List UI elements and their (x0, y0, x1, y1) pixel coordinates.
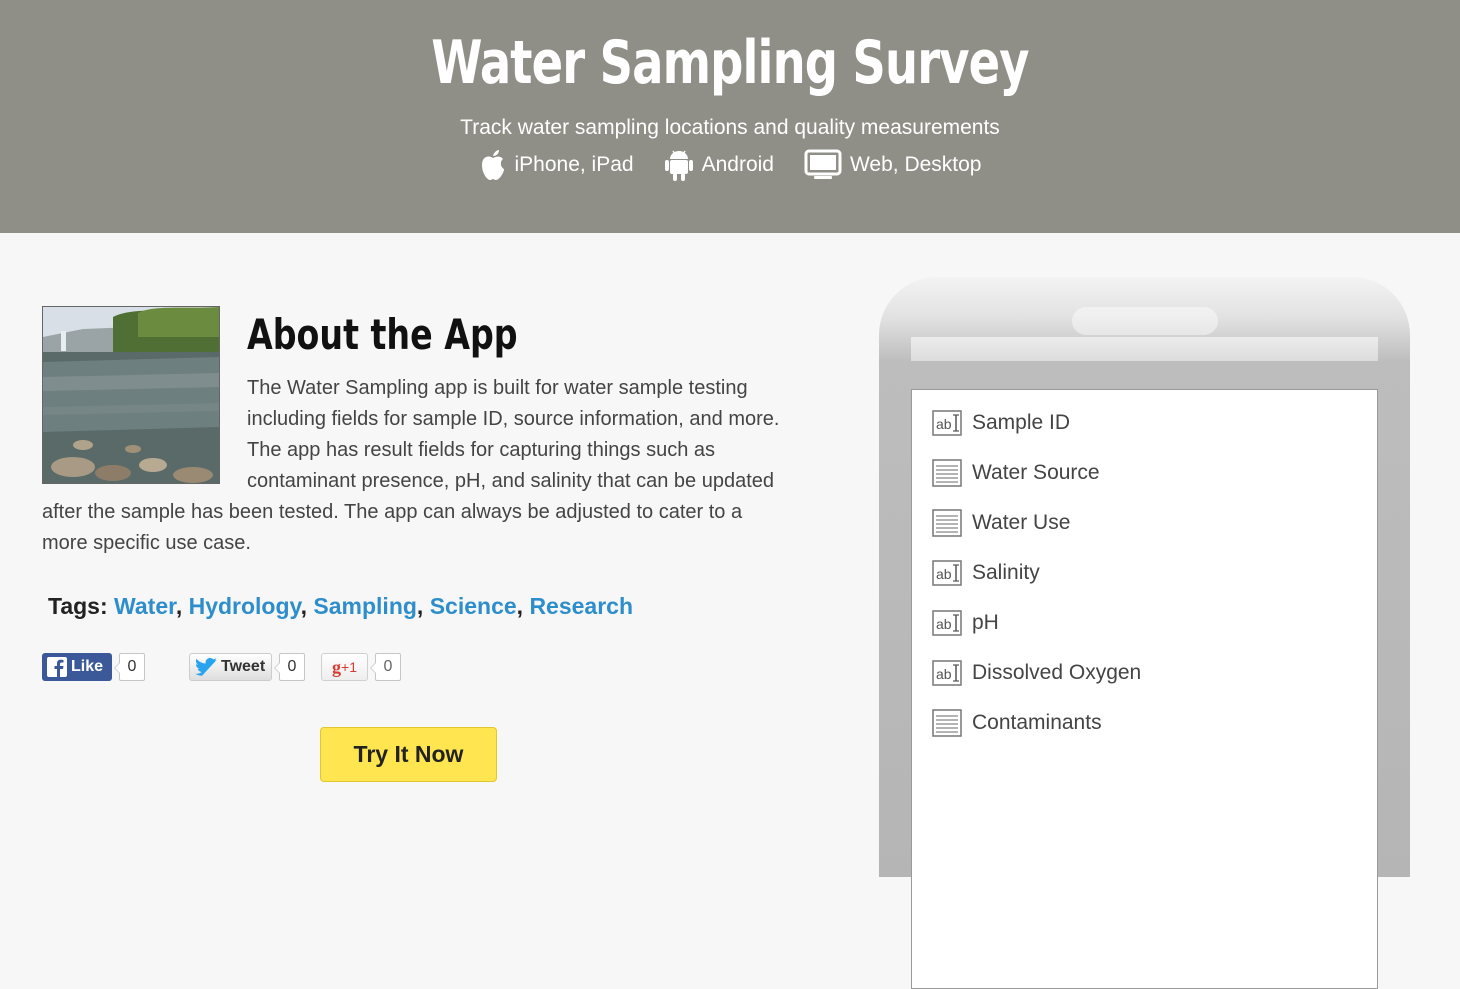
apple-icon (481, 150, 504, 180)
google-plus-one-button[interactable]: g +1 (321, 653, 368, 681)
tagline: Track water sampling locations and quali… (460, 116, 1000, 139)
text-field-icon: ab (932, 410, 962, 436)
phone-mockup: ab Sample ID Water Source Water Use ab S… (879, 277, 1410, 989)
tweet-label: Tweet (221, 658, 266, 675)
field-label: pH (972, 611, 999, 634)
tweet-widget: Tweet 0 (189, 652, 305, 682)
platform-ios-label: iPhone, iPad (514, 153, 634, 176)
google-plus-widget: g +1 0 (321, 652, 401, 682)
google-plus-count: 0 (370, 653, 401, 681)
facebook-icon (47, 657, 67, 677)
tag-sampling[interactable]: Sampling (313, 593, 417, 619)
phone-screen-header (911, 337, 1378, 361)
google-plus-label: +1 (341, 659, 357, 675)
phone-speaker (1072, 307, 1218, 335)
try-it-now-button[interactable]: Try It Now (320, 727, 497, 782)
text-field-icon: ab (932, 610, 962, 636)
twitter-bird-icon (195, 658, 217, 676)
field-label: Salinity (972, 561, 1040, 584)
page-title: Water Sampling Survey (431, 28, 1029, 98)
tag-research[interactable]: Research (529, 593, 633, 619)
text-field-icon: ab (932, 560, 962, 586)
field-contaminants[interactable]: Contaminants (932, 708, 1102, 738)
field-salinity[interactable]: ab Salinity (932, 558, 1040, 588)
field-water-source[interactable]: Water Source (932, 458, 1100, 488)
field-ph[interactable]: ab pH (932, 608, 999, 638)
svg-text:ab: ab (936, 666, 952, 682)
facebook-like-count: 0 (114, 653, 145, 681)
phone-screen: ab Sample ID Water Source Water Use ab S… (911, 389, 1378, 989)
field-label: Sample ID (972, 411, 1071, 434)
platform-desktop: Web, Desktop (804, 148, 982, 182)
tag-list: Tags: Water, Hydrology, Sampling, Scienc… (48, 593, 634, 619)
tweet-count: 0 (274, 653, 305, 681)
about-description: The Water Sampling app is built for wate… (42, 373, 782, 559)
tag-hydrology[interactable]: Hydrology (189, 593, 301, 619)
tweet-button[interactable]: Tweet (189, 653, 272, 681)
facebook-like-label: Like (71, 658, 104, 675)
platform-list: iPhone, iPad Android Web, Desktop (0, 148, 1460, 182)
field-label: Contaminants (972, 711, 1102, 734)
field-label: Water Use (972, 511, 1071, 534)
tags-label: Tags: (48, 593, 108, 619)
field-label: Dissolved Oxygen (972, 661, 1142, 684)
tag-water[interactable]: Water (114, 593, 176, 619)
svg-text:ab: ab (936, 416, 952, 432)
desktop-icon (804, 149, 842, 179)
facebook-like-widget: Like 0 (42, 652, 145, 682)
about-title: About the App (247, 310, 518, 359)
paragraph-field-icon (932, 459, 962, 487)
platform-android-label: Android (701, 153, 774, 176)
platform-android: Android (664, 148, 774, 182)
platform-desktop-label: Web, Desktop (849, 153, 982, 176)
paragraph-field-icon (932, 709, 962, 737)
platform-ios: iPhone, iPad (479, 148, 634, 182)
tag-science[interactable]: Science (430, 593, 517, 619)
field-label: Water Source (972, 461, 1100, 484)
facebook-like-button[interactable]: Like (42, 653, 112, 681)
svg-text:ab: ab (936, 566, 952, 582)
field-sample-id[interactable]: ab Sample ID (932, 408, 1070, 438)
google-plus-icon: g (332, 656, 342, 677)
paragraph-field-icon (932, 509, 962, 537)
field-water-use[interactable]: Water Use (932, 508, 1070, 538)
text-field-icon: ab (932, 660, 962, 686)
hero-banner: Water Sampling Survey Track water sampli… (0, 0, 1460, 233)
svg-text:ab: ab (936, 616, 952, 632)
field-dissolved-oxygen[interactable]: ab Dissolved Oxygen (932, 658, 1141, 688)
android-icon (664, 150, 693, 181)
